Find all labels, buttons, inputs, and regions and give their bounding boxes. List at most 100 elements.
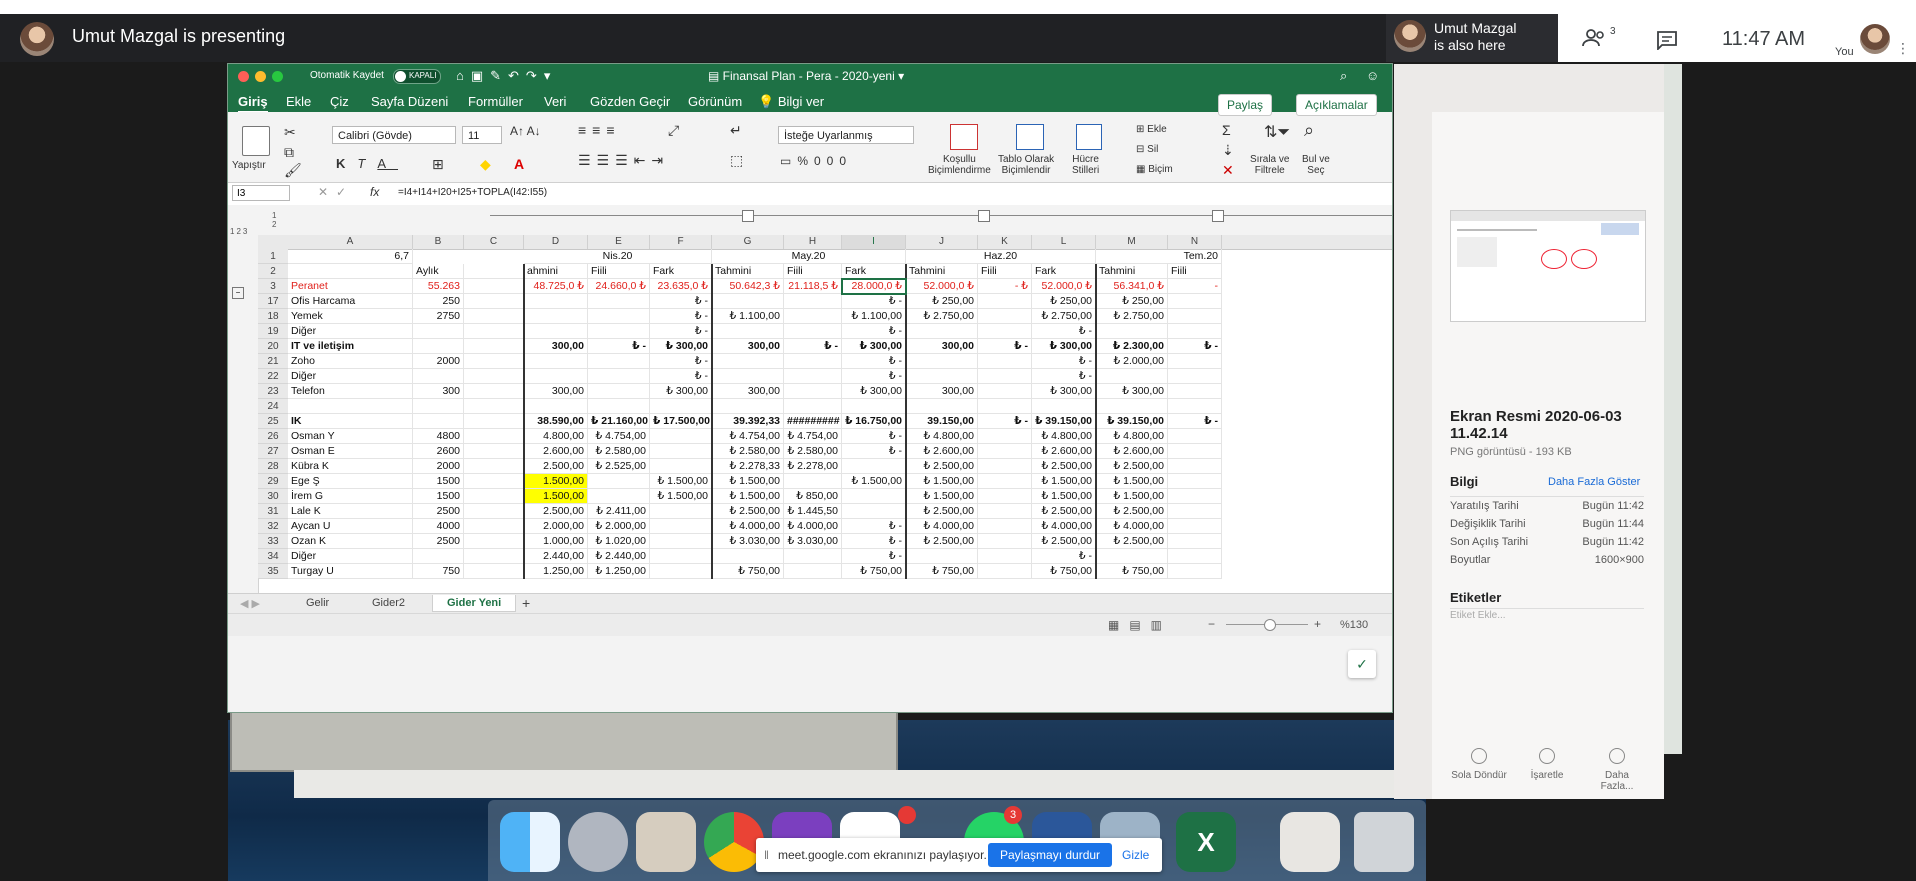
column-header[interactable]: F: [650, 235, 712, 249]
cell[interactable]: [978, 519, 1032, 534]
row-header[interactable]: 32: [258, 519, 288, 534]
cell[interactable]: 1.250,00: [524, 564, 588, 579]
cell[interactable]: ₺ 1.500,00: [650, 474, 712, 489]
cell[interactable]: ₺ -: [650, 369, 712, 384]
cell[interactable]: Ege Ş: [288, 474, 413, 489]
cell[interactable]: ₺ 4.000,00: [906, 519, 978, 534]
cell[interactable]: ₺ 1.500,00: [906, 489, 978, 504]
cell[interactable]: [464, 459, 524, 474]
cell[interactable]: [712, 354, 784, 369]
format-cells-button[interactable]: ▦ Biçim: [1136, 164, 1173, 175]
cell[interactable]: ₺ -: [978, 414, 1032, 429]
cell[interactable]: ₺ 1.500,00: [712, 489, 784, 504]
cell[interactable]: ₺ 4.800,00: [906, 429, 978, 444]
alignment-icons[interactable]: ≡≡≡: [578, 122, 621, 138]
row-header[interactable]: 30: [258, 489, 288, 504]
cell[interactable]: 21.118,5 ₺: [784, 279, 842, 294]
cell[interactable]: [784, 399, 842, 414]
cell[interactable]: IT ve iletişim: [288, 339, 413, 354]
cell[interactable]: ₺ 4.000,00: [1032, 519, 1096, 534]
cell[interactable]: ₺ 4.754,00: [712, 429, 784, 444]
cell[interactable]: [650, 504, 712, 519]
cell[interactable]: 55.263: [413, 279, 464, 294]
cell[interactable]: ₺ 2.500,00: [906, 459, 978, 474]
cell[interactable]: - ₺: [978, 279, 1032, 294]
cell[interactable]: ₺ 750,00: [1032, 564, 1096, 579]
drag-handle-icon[interactable]: ‖: [764, 848, 769, 862]
subheader-l[interactable]: Fark: [1032, 264, 1096, 279]
cell[interactable]: [712, 399, 784, 414]
wrap-text-icon[interactable]: ↵: [730, 122, 742, 139]
cell[interactable]: ₺ 1.100,00: [712, 309, 784, 324]
cell[interactable]: [784, 294, 842, 309]
cell[interactable]: 1500: [413, 489, 464, 504]
cell[interactable]: 300,00: [712, 384, 784, 399]
cell[interactable]: ₺ -: [842, 294, 906, 309]
hide-button[interactable]: Gizle: [1122, 848, 1149, 862]
cell[interactable]: [464, 339, 524, 354]
cell[interactable]: 52.000,0 ₺: [906, 279, 978, 294]
cell[interactable]: [413, 324, 464, 339]
column-header[interactable]: M: [1096, 235, 1168, 249]
cell[interactable]: 750: [413, 564, 464, 579]
minimize-window-button[interactable]: [255, 71, 266, 82]
cell[interactable]: [784, 549, 842, 564]
tab-insert[interactable]: Ekle: [286, 94, 311, 109]
outline-level-buttons[interactable]: 123: [230, 227, 249, 236]
cell[interactable]: Zoho: [288, 354, 413, 369]
subheader-m[interactable]: Tahmini: [1096, 264, 1168, 279]
row-header[interactable]: 33: [258, 534, 288, 549]
cell[interactable]: ₺ 2.411,00: [588, 504, 650, 519]
cell[interactable]: ₺ 1.500,00: [842, 474, 906, 489]
cell[interactable]: ₺ 300,00: [1032, 384, 1096, 399]
cell[interactable]: ₺ 1.500,00: [1096, 474, 1168, 489]
font-color-icon[interactable]: A: [514, 156, 524, 172]
cell[interactable]: [1096, 549, 1168, 564]
fill-color-icon[interactable]: ◆: [480, 156, 491, 173]
autosave-toggle[interactable]: KAPALI: [393, 69, 441, 84]
cell[interactable]: 300,00: [712, 339, 784, 354]
cell[interactable]: ₺ 17.500,00: [650, 414, 712, 429]
cell[interactable]: [784, 474, 842, 489]
more-dots-icon[interactable]: ⋮: [1896, 40, 1910, 57]
cell[interactable]: [712, 369, 784, 384]
cell[interactable]: [524, 369, 588, 384]
tab-home[interactable]: Giriş: [238, 94, 268, 113]
cell[interactable]: [1168, 489, 1222, 504]
cell[interactable]: ₺ 300,00: [650, 384, 712, 399]
cell[interactable]: [1168, 444, 1222, 459]
format-as-table-icon[interactable]: [1016, 124, 1044, 150]
column-header[interactable]: B: [413, 235, 464, 249]
row-header[interactable]: 18: [258, 309, 288, 324]
cell[interactable]: [464, 294, 524, 309]
zoom-out-button[interactable]: −: [1208, 617, 1215, 631]
cell[interactable]: [978, 489, 1032, 504]
markup-button[interactable]: İşaretle: [1512, 748, 1582, 781]
sheet-tab-gider-yeni[interactable]: Gider Yeni: [432, 595, 517, 612]
cell[interactable]: ₺ 300,00: [1096, 384, 1168, 399]
preview-more-link[interactable]: Daha Fazla Göster: [1548, 476, 1640, 488]
cell[interactable]: [464, 369, 524, 384]
cell[interactable]: ₺ 300,00: [1032, 339, 1096, 354]
clear-icon[interactable]: ✕: [1222, 162, 1234, 179]
month-header-apr[interactable]: Nis.20: [524, 249, 712, 264]
cell[interactable]: ₺ -: [1168, 414, 1222, 429]
formula-input[interactable]: =I4+I14+I20+I25+TOPLA(I42:I55): [398, 187, 547, 198]
cell[interactable]: [524, 309, 588, 324]
find-select-icon[interactable]: ⌕: [1304, 120, 1314, 141]
cell[interactable]: 2.000,00: [524, 519, 588, 534]
cell[interactable]: [1168, 399, 1222, 414]
cell[interactable]: ₺ -: [842, 549, 906, 564]
zoom-slider-knob[interactable]: [1264, 619, 1276, 631]
subheader-g[interactable]: Tahmini: [712, 264, 784, 279]
cell[interactable]: ₺ 2.600,00: [1032, 444, 1096, 459]
alignment-icons-bottom[interactable]: ☰☰☰⇤⇥: [578, 152, 669, 169]
cell[interactable]: ₺ 750,00: [906, 564, 978, 579]
cell[interactable]: [464, 534, 524, 549]
cell[interactable]: ₺ 2.525,00: [588, 459, 650, 474]
merge-icon[interactable]: ⬚: [730, 152, 743, 169]
cell[interactable]: [1032, 399, 1096, 414]
outline-row-level-1[interactable]: 1: [272, 211, 276, 220]
subheader-n[interactable]: Fiili: [1168, 264, 1222, 279]
cell[interactable]: Telefon: [288, 384, 413, 399]
